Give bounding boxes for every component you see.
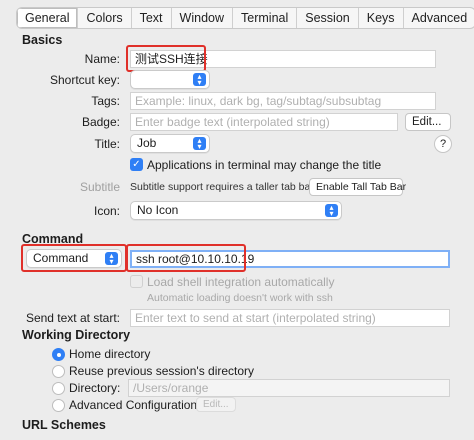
badge-input[interactable]: Enter badge text (interpolated string) [130, 113, 398, 131]
title-popup[interactable]: Job ▴ ▾ [130, 134, 210, 153]
reuse-directory-label: Reuse previous session's directory [69, 364, 255, 378]
url-schemes-header: URL Schemes [22, 418, 106, 432]
basics-header: Basics [22, 33, 63, 47]
tab-session[interactable]: Session [297, 8, 359, 28]
tab-keys[interactable]: Keys [359, 8, 404, 28]
name-label: Name: [84, 52, 120, 66]
home-directory-label: Home directory [69, 347, 151, 361]
tab-terminal[interactable]: Terminal [233, 8, 298, 28]
title-popup-value: Job [137, 136, 157, 150]
chevron-updown-icon: ▴ ▾ [193, 73, 206, 87]
send-text-label: Send text at start: [25, 311, 120, 325]
reuse-directory-radio[interactable] [52, 365, 65, 378]
directory-input[interactable]: /Users/orange [128, 379, 450, 397]
apps-title-checkbox[interactable]: ✓ [130, 158, 143, 171]
send-text-input[interactable]: Enter text to send at start (interpolate… [130, 309, 450, 327]
chevron-updown-icon: ▴ ▾ [325, 204, 338, 218]
advanced-configuration-radio[interactable] [52, 399, 65, 412]
home-directory-radio[interactable] [52, 348, 65, 361]
directory-label: Directory: [69, 381, 121, 395]
advanced-configuration-edit-button[interactable]: Edit... [196, 397, 236, 412]
command-input[interactable]: ssh root@10.10.10.19 [130, 250, 450, 268]
shortcut-key-label: Shortcut key: [49, 73, 120, 87]
auto-loading-note: Automatic loading doesn't work with ssh [147, 292, 333, 304]
subtitle-label: Subtitle [79, 180, 120, 194]
command-header: Command [22, 232, 84, 246]
tab-text[interactable]: Text [132, 8, 172, 28]
badge-label: Badge: [81, 115, 120, 129]
tab-colors[interactable]: Colors [78, 8, 132, 28]
apps-title-checkbox-label: Applications in terminal may change the … [147, 158, 382, 172]
chevron-updown-icon: ▴ ▾ [193, 137, 206, 151]
tags-label: Tags: [91, 94, 120, 108]
tab-general[interactable]: General [17, 8, 79, 28]
chevron-updown-icon: ▴ ▾ [105, 252, 118, 266]
load-shell-integration-checkbox[interactable] [130, 275, 143, 288]
badge-edit-button[interactable]: Edit... [405, 113, 451, 131]
advanced-configuration-label: Advanced Configuration [69, 398, 198, 412]
directory-radio[interactable] [52, 382, 65, 395]
name-field[interactable]: 测试SSH连接 [130, 50, 436, 68]
command-type-popup[interactable]: Command ▴ ▾ [26, 249, 122, 268]
help-button[interactable]: ? [434, 135, 452, 153]
load-shell-integration-label: Load shell integration automatically [147, 275, 335, 289]
enable-tall-tab-bar-button[interactable]: Enable Tall Tab Bar [309, 178, 406, 196]
tab-window[interactable]: Window [172, 8, 234, 28]
title-label: Title: [94, 137, 120, 151]
subtitle-note: Subtitle support requires a taller tab b… [130, 181, 317, 193]
tab-advanced[interactable]: Advanced [404, 8, 474, 28]
command-type-value: Command [33, 251, 89, 265]
icon-label: Icon: [93, 204, 120, 218]
icon-popup[interactable]: No Icon ▴ ▾ [130, 201, 342, 220]
preferences-tab-bar: General Colors Text Window Terminal Sess… [16, 7, 474, 29]
shortcut-key-popup[interactable]: ▴ ▾ [130, 70, 210, 89]
icon-popup-value: No Icon [137, 203, 179, 217]
tags-input[interactable]: Example: linux, dark bg, tag/subtag/subs… [130, 92, 436, 110]
working-directory-header: Working Directory [22, 328, 131, 342]
